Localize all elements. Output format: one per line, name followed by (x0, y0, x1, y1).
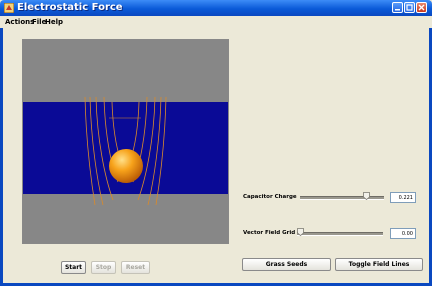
vector-field-slider-thumb[interactable] (297, 228, 304, 236)
vector-field-grid-value[interactable]: 0.00 (390, 228, 416, 239)
bottom-plate (23, 194, 228, 243)
charged-ball (109, 149, 143, 183)
top-plate (23, 40, 228, 102)
maximize-icon (406, 4, 413, 11)
stop-button[interactable]: Stop (91, 261, 116, 274)
vector-field-grid-label: Vector Field Grid (243, 230, 296, 236)
capacitor-charge-label: Capacitor Charge (243, 194, 297, 200)
capacitor-charge-value[interactable]: 0.221 (390, 192, 416, 203)
reset-button[interactable]: Reset (121, 261, 150, 274)
maximize-button[interactable] (404, 2, 415, 13)
capacitor-slider-thumb[interactable] (363, 192, 371, 200)
window-title: Electrostatic Force (17, 2, 123, 13)
vector-field-grid-slider[interactable] (297, 232, 383, 236)
capacitor-view (23, 40, 228, 243)
minimize-button[interactable] (392, 2, 403, 13)
start-button[interactable]: Start (61, 261, 86, 274)
title-bar[interactable]: Electrostatic Force (0, 0, 432, 16)
close-icon (418, 4, 425, 11)
toggle-field-lines-button[interactable]: Toggle Field Lines (335, 258, 423, 271)
minimize-icon (395, 9, 400, 11)
close-button[interactable] (416, 2, 427, 13)
simulation-canvas[interactable] (22, 39, 229, 244)
grass-seeds-button[interactable]: Grass Seeds (242, 258, 331, 271)
capacitor-charge-slider[interactable] (300, 196, 384, 200)
menu-actions[interactable]: Actions (5, 18, 34, 26)
app-icon (4, 3, 14, 13)
menu-help[interactable]: Help (45, 18, 63, 26)
menu-bar: Actions File Help (0, 16, 432, 28)
